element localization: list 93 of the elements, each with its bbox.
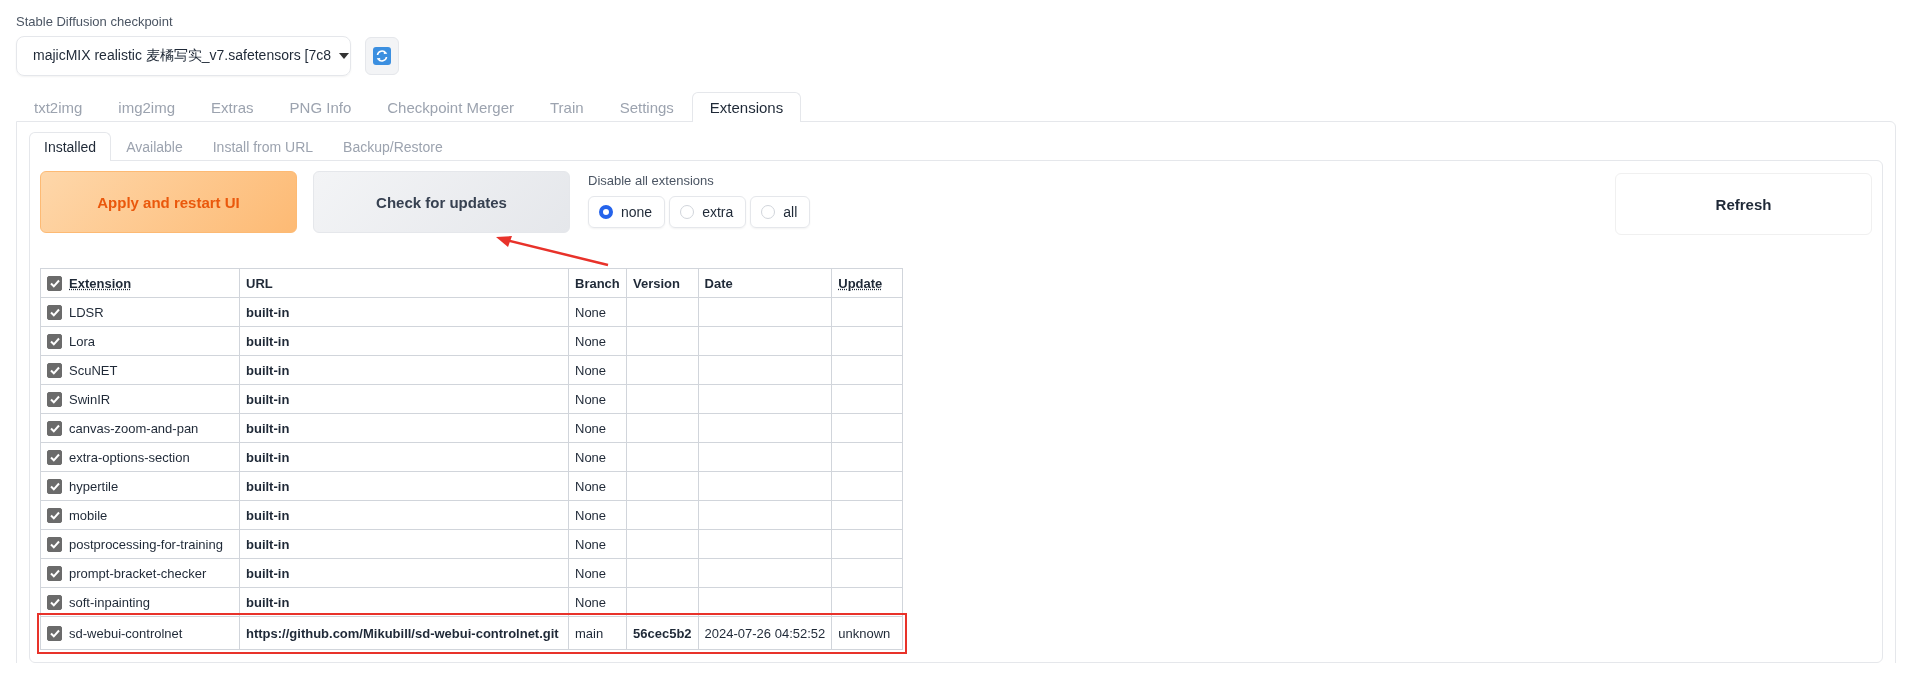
table-cell: LDSR bbox=[40, 297, 240, 327]
checkbox[interactable] bbox=[47, 420, 62, 436]
checkbox[interactable] bbox=[47, 275, 62, 291]
table-cell bbox=[831, 529, 903, 559]
radio-option[interactable]: all bbox=[750, 196, 811, 228]
table-cell bbox=[831, 384, 903, 414]
table-cell bbox=[831, 587, 903, 617]
table-cell: built-in bbox=[239, 297, 569, 327]
checkbox[interactable] bbox=[47, 391, 62, 407]
table-cell bbox=[831, 558, 903, 588]
table-cell: built-in bbox=[239, 442, 569, 472]
tab[interactable]: Checkpoint Merger bbox=[369, 92, 532, 122]
table-cell bbox=[831, 413, 903, 443]
checkbox[interactable] bbox=[47, 304, 62, 320]
radio-option[interactable]: none bbox=[588, 196, 666, 228]
checkbox[interactable] bbox=[47, 449, 62, 465]
table-cell: None bbox=[568, 558, 627, 588]
subtab[interactable]: Install from URL bbox=[197, 132, 329, 161]
table-cell bbox=[831, 500, 903, 530]
subtab[interactable]: Installed bbox=[29, 132, 112, 161]
radio-option[interactable]: extra bbox=[669, 196, 747, 228]
checkbox[interactable] bbox=[47, 565, 62, 581]
table-cell: 2024-07-26 04:52:52 bbox=[698, 616, 832, 650]
tab[interactable]: Extensions bbox=[691, 92, 802, 122]
tab[interactable]: img2img bbox=[100, 92, 194, 122]
checkbox[interactable] bbox=[47, 594, 62, 610]
table-cell: built-in bbox=[239, 413, 569, 443]
subtab[interactable]: Backup/Restore bbox=[328, 132, 458, 161]
table-cell bbox=[831, 471, 903, 501]
checkbox[interactable] bbox=[47, 625, 62, 641]
table-cell: built-in bbox=[239, 471, 569, 501]
column-header: URL bbox=[239, 268, 569, 298]
disable-label: Disable all extensions bbox=[588, 173, 715, 188]
table-cell: None bbox=[568, 471, 627, 501]
checkbox[interactable] bbox=[47, 536, 62, 552]
checkbox[interactable] bbox=[47, 507, 62, 523]
table-cell: soft-inpainting bbox=[40, 587, 240, 617]
tab[interactable]: Settings bbox=[601, 92, 692, 122]
table-cell: sd-webui-controlnet bbox=[40, 616, 240, 650]
tab[interactable]: PNG Info bbox=[271, 92, 370, 122]
caret-icon bbox=[339, 53, 349, 59]
table-cell: None bbox=[568, 297, 627, 327]
table-cell: None bbox=[568, 326, 627, 356]
table-cell: None bbox=[568, 442, 627, 472]
table-cell: built-in bbox=[239, 558, 569, 588]
checkbox[interactable] bbox=[47, 478, 62, 494]
table-cell: built-in bbox=[239, 355, 569, 385]
table-cell bbox=[831, 326, 903, 356]
checkbox[interactable] bbox=[47, 362, 62, 378]
checkpoint-label: Stable Diffusion checkpoint bbox=[16, 14, 174, 29]
table-cell: None bbox=[568, 529, 627, 559]
table-cell: built-in bbox=[239, 384, 569, 414]
table-cell: SwinIR bbox=[40, 384, 240, 414]
tab[interactable]: Train bbox=[532, 92, 602, 122]
apply-restart-button[interactable]: Apply and restart UI bbox=[40, 171, 297, 233]
table-cell: postprocessing-for-training bbox=[40, 529, 240, 559]
column-header: Extension bbox=[40, 268, 240, 298]
table-cell: None bbox=[568, 413, 627, 443]
table-cell: built-in bbox=[239, 326, 569, 356]
table-cell: built-in bbox=[239, 587, 569, 617]
table-cell bbox=[831, 297, 903, 327]
tab[interactable]: txt2img bbox=[16, 92, 101, 122]
column-header: Version bbox=[626, 268, 699, 298]
table-cell: main bbox=[568, 616, 627, 650]
refresh-icon bbox=[373, 47, 391, 65]
table-cell: Lora bbox=[40, 326, 240, 356]
table-cell: hypertile bbox=[40, 471, 240, 501]
checkbox[interactable] bbox=[47, 333, 62, 349]
check-updates-button[interactable]: Check for updates bbox=[313, 171, 570, 233]
table-cell: canvas-zoom-and-pan bbox=[40, 413, 240, 443]
table-cell: https://github.com/Mikubill/sd-webui-controlnet.git bbox=[239, 616, 569, 650]
refresh-button[interactable]: Refresh bbox=[1615, 173, 1872, 235]
table-cell: 56cec5b2 bbox=[626, 616, 699, 650]
table-cell bbox=[831, 355, 903, 385]
table-cell: ScuNET bbox=[40, 355, 240, 385]
refresh-button[interactable] bbox=[365, 37, 399, 75]
table-cell bbox=[831, 442, 903, 472]
table-cell: prompt-bracket-checker bbox=[40, 558, 240, 588]
column-header: Date bbox=[698, 268, 832, 298]
table-cell: None bbox=[568, 384, 627, 414]
column-header: Branch bbox=[568, 268, 627, 298]
checkpoint-dropdown[interactable]: majicMIX realistic 麦橘写实_v7.safetensors [7c8 bbox=[16, 36, 351, 76]
table-cell: unknown bbox=[831, 616, 903, 650]
subtab[interactable]: Available bbox=[111, 132, 198, 161]
table-cell: extra-options-section bbox=[40, 442, 240, 472]
table-cell: mobile bbox=[40, 500, 240, 530]
table-cell: None bbox=[568, 587, 627, 617]
tab[interactable]: Extras bbox=[193, 92, 272, 122]
table-cell: built-in bbox=[239, 529, 569, 559]
table-cell: None bbox=[568, 355, 627, 385]
column-header: Update bbox=[831, 268, 903, 298]
table-cell: built-in bbox=[239, 500, 569, 530]
table-cell: None bbox=[568, 500, 627, 530]
